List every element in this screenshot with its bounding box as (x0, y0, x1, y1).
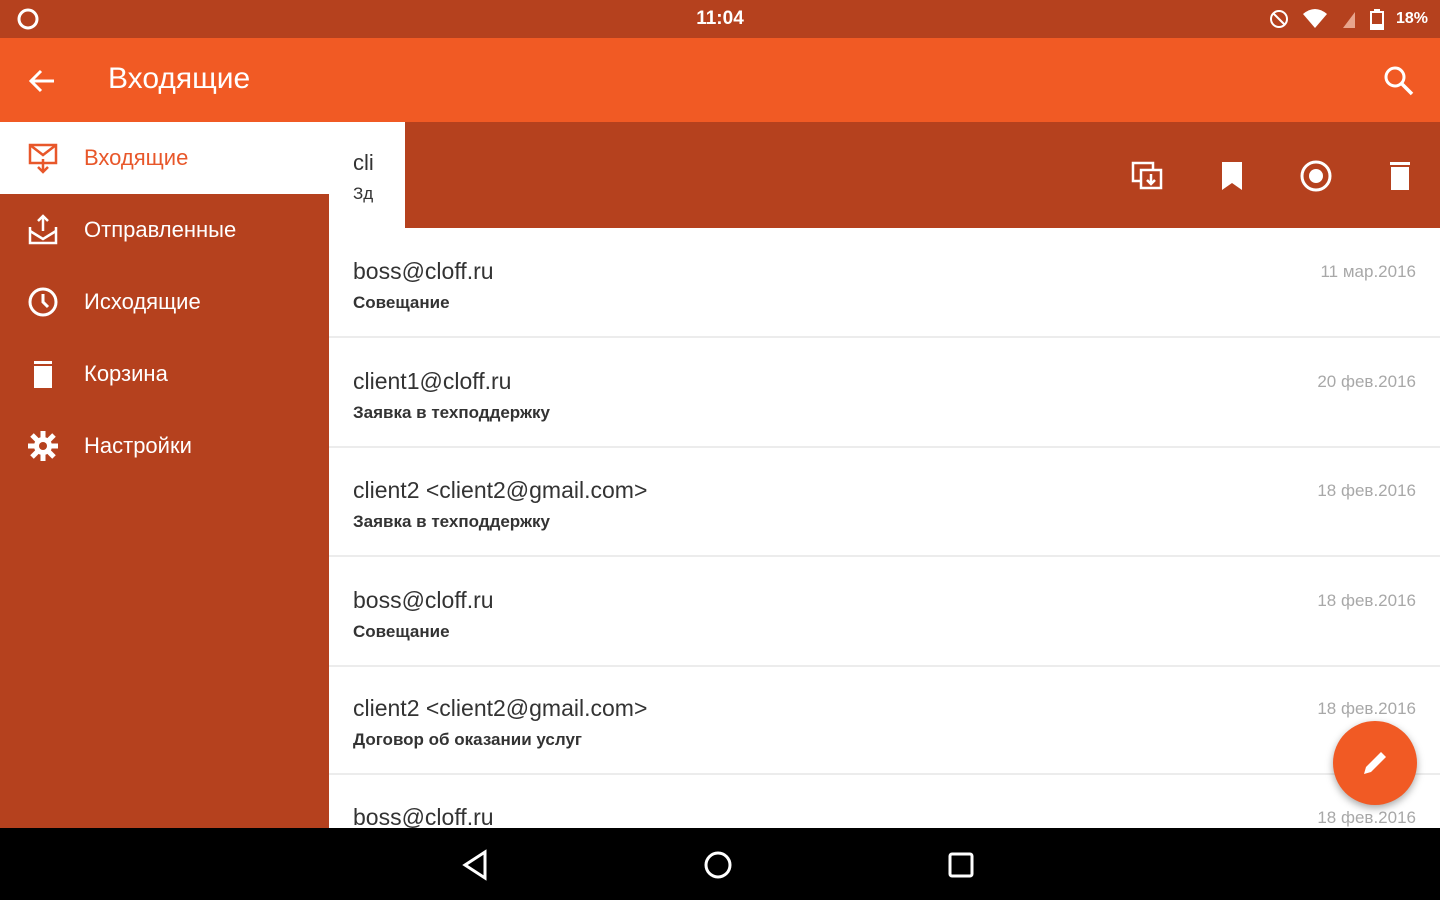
message-date: 18 фев.2016 (1317, 591, 1416, 610)
drawer-item-label: Отправленные (84, 217, 237, 242)
mark-read-icon[interactable] (1298, 158, 1334, 194)
search-icon[interactable] (1382, 64, 1416, 98)
drawer-item-inbox[interactable]: Входящие (0, 122, 329, 194)
back-triangle-icon[interactable] (459, 848, 493, 882)
sent-icon (28, 214, 58, 245)
no-sim-icon (1342, 12, 1355, 28)
home-circle-icon[interactable] (701, 848, 735, 882)
message-date: 18 фев.2016 (1317, 808, 1416, 827)
drawer-item-sent[interactable]: Отправленные (0, 194, 329, 266)
message-date: 11 мар.2016 (1320, 262, 1416, 281)
gear-icon (28, 431, 58, 461)
app-bar: Входящие (0, 38, 1440, 122)
message-list: boss@cloff.ru Совещание 11 мар.2016 clie… (329, 228, 1440, 828)
message-from: client1@cloff.ru (353, 368, 512, 394)
message-subject: Заявка в техподдержку (353, 403, 550, 422)
message-row[interactable]: boss@cloff.ru 18 фев.2016 (329, 774, 1440, 828)
battery-icon (1369, 9, 1384, 30)
copy-icon[interactable] (1130, 158, 1166, 194)
drawer-item-label: Исходящие (84, 289, 201, 314)
message-from: client2 <client2@gmail.com> (353, 477, 648, 503)
message-date: 18 фев.2016 (1317, 699, 1416, 718)
message-from: boss@cloff.ru (353, 587, 494, 613)
message-row[interactable]: boss@cloff.ru Совещание 18 фев.2016 (329, 557, 1440, 667)
delete-icon[interactable] (1382, 158, 1418, 194)
recents-square-icon[interactable] (944, 848, 978, 882)
drawer-item-label: Настройки (84, 433, 192, 458)
selection-action-bar (405, 122, 1440, 228)
message-from: boss@cloff.ru (353, 258, 494, 284)
back-arrow-icon[interactable] (26, 66, 58, 96)
inbox-icon (28, 143, 58, 174)
message-subject: Заявка в техподдержку (353, 512, 550, 531)
status-time: 11:04 (696, 8, 744, 29)
message-row[interactable]: client2 <client2@gmail.com> Заявка в тех… (329, 447, 1440, 557)
drawer-item-label: Входящие (84, 145, 189, 170)
peek-from: cli (353, 150, 374, 175)
clock-icon (28, 287, 58, 317)
message-date: 20 фев.2016 (1317, 372, 1416, 391)
message-from: boss@cloff.ru (353, 804, 494, 828)
trash-icon (34, 361, 52, 388)
pencil-icon (1364, 752, 1386, 774)
peek-subject: Зд (353, 184, 374, 203)
selected-message-peek[interactable]: cli Зд (329, 122, 405, 228)
drawer-item-trash[interactable]: Корзина (0, 338, 329, 410)
wifi-icon (1302, 9, 1327, 28)
status-icons: 18% (1268, 8, 1428, 30)
compose-button[interactable] (1333, 721, 1417, 805)
battery-level: 18% (1395, 10, 1428, 27)
message-row[interactable]: client1@cloff.ru Заявка в техподдержку 2… (329, 338, 1440, 448)
navigation-drawer: Входящие Отправленные Исходящие Корзина (0, 122, 329, 828)
drawer-item-label: Корзина (84, 361, 168, 386)
message-row[interactable]: boss@cloff.ru Совещание 11 мар.2016 (329, 228, 1440, 338)
drawer-item-outbox[interactable]: Исходящие (0, 266, 329, 338)
bookmark-icon[interactable] (1214, 158, 1250, 194)
page-title: Входящие (108, 62, 251, 95)
message-from: client2 <client2@gmail.com> (353, 695, 648, 721)
dnd-icon (1269, 10, 1288, 28)
message-subject: Договор об оказании услуг (353, 730, 582, 749)
message-date: 18 фев.2016 (1317, 481, 1416, 500)
message-row[interactable]: client2 <client2@gmail.com> Договор об о… (329, 665, 1440, 775)
message-subject: Совещание (353, 293, 450, 312)
drawer-item-settings[interactable]: Настройки (0, 410, 329, 482)
system-nav-bar (0, 828, 1440, 900)
status-bar: 11:04 18% (0, 0, 1440, 38)
message-subject: Совещание (353, 622, 450, 641)
